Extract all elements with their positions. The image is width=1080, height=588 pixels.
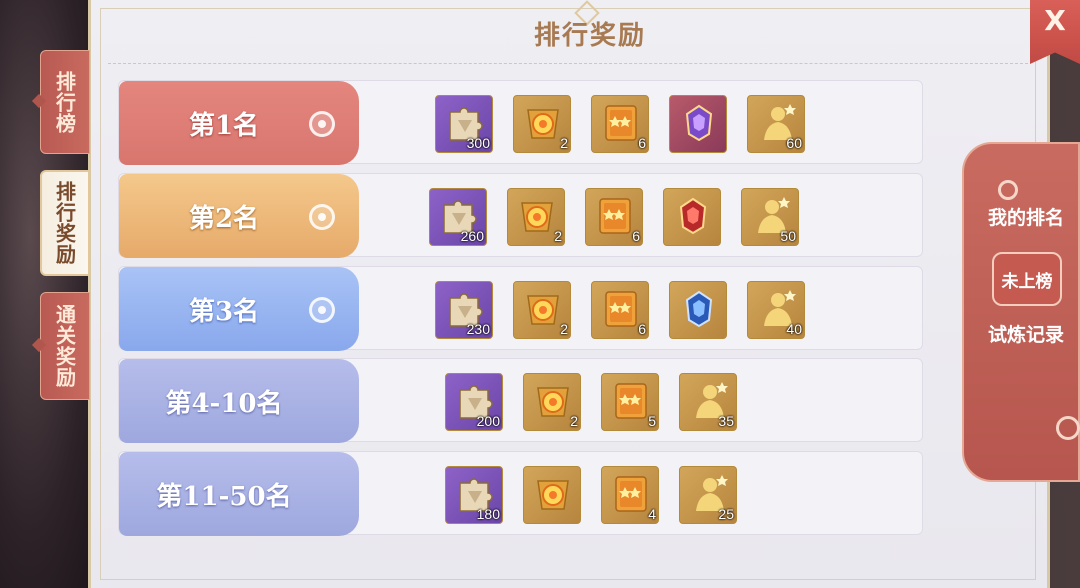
reward-item[interactable]: 5 [601,373,659,431]
reward-item[interactable]: 35 [679,373,737,431]
ornament-icon [1056,416,1080,440]
reward-item[interactable]: 180 [445,466,503,524]
medal-icon [309,297,335,323]
reward-item[interactable] [669,95,727,153]
reward-item[interactable] [523,466,581,524]
reward-item[interactable] [669,281,727,339]
rank-row: 第3名 230 2 6 40 [118,266,923,351]
reward-item[interactable]: 50 [741,188,799,246]
reward-item[interactable]: 6 [591,281,649,339]
reward-item[interactable]: 6 [585,188,643,246]
reward-count: 2 [570,413,578,429]
tab-rank-rewards[interactable]: 排行奖励 [40,170,90,276]
trial-record-button[interactable]: 试炼记录 [988,320,1080,347]
reward-count: 35 [718,413,734,429]
reward-count: 260 [460,228,484,244]
rank-label: 第11-50名 [156,481,292,512]
reward-item[interactable]: 2 [507,188,565,246]
rank-row: 第1名 300 2 6 60 [118,80,923,165]
rank-badge: 第2名 [119,174,359,258]
reward-item[interactable]: 2 [513,95,571,153]
reward-item[interactable]: 25 [679,466,737,524]
tab-clear-rewards[interactable]: 通关奖励 [40,292,90,400]
tab-leaderboard[interactable]: 排行榜 [40,50,90,154]
rank-label: 第2名 [188,203,260,234]
reward-count: 2 [560,135,568,151]
reward-list: 200 2 5 35 [445,373,737,431]
rank-label: 第1名 [188,110,260,141]
reward-item[interactable]: 4 [601,466,659,524]
reward-count: 2 [554,228,562,244]
tab-label: 排行奖励 [52,181,77,265]
rank-badge: 第4-10名 [119,359,359,443]
medal-icon [309,204,335,230]
reward-item[interactable]: 2 [523,373,581,431]
reward-count: 25 [718,506,734,522]
ornament-icon [998,180,1018,200]
reward-list: 180 4 25 [445,466,737,524]
reward-item[interactable]: 60 [747,95,805,153]
reward-item[interactable]: 200 [445,373,503,431]
close-button[interactable]: X [1030,0,1080,64]
reward-count: 300 [466,135,490,151]
rank-row: 第2名 260 2 6 50 [118,173,923,258]
reward-count: 6 [632,228,640,244]
reward-count: 4 [648,506,656,522]
reward-list: 260 2 6 50 [429,188,799,246]
reward-item[interactable]: 260 [429,188,487,246]
reward-count: 50 [780,228,796,244]
reward-count: 200 [476,413,500,429]
rank-row: 第11-50名 180 4 25 [118,451,923,536]
close-icon: X [1044,4,1066,37]
reward-count: 180 [476,506,500,522]
my-rank-label: 我的排名 [988,207,1065,229]
rank-badge: 第3名 [119,267,359,351]
reward-item[interactable]: 40 [747,281,805,339]
reward-item[interactable]: 6 [591,95,649,153]
rank-label: 第4-10名 [165,388,283,419]
medal-icon [309,111,335,137]
reward-item[interactable]: 2 [513,281,571,339]
title-divider [108,63,1028,64]
reward-list: 230 2 6 40 [435,281,805,339]
reward-count: 6 [638,321,646,337]
reward-item[interactable]: 230 [435,281,493,339]
reward-item[interactable] [663,188,721,246]
reward-count: 40 [786,321,802,337]
rank-row: 第4-10名 200 2 5 35 [118,358,923,443]
reward-count: 2 [560,321,568,337]
reward-item[interactable]: 300 [435,95,493,153]
rank-badge: 第1名 [119,81,359,165]
rank-badge: 第11-50名 [119,452,359,536]
rank-label: 第3名 [188,296,260,327]
page-title: 排行奖励 [533,21,646,51]
reward-list: 300 2 6 60 [435,95,805,153]
tab-label: 排行榜 [52,70,77,134]
my-rank-value: 未上榜 [992,252,1062,306]
reward-count: 6 [638,135,646,151]
tab-label: 通关奖励 [52,304,77,388]
reward-count: 230 [466,321,490,337]
reward-count: 60 [786,135,802,151]
reward-count: 5 [648,413,656,429]
